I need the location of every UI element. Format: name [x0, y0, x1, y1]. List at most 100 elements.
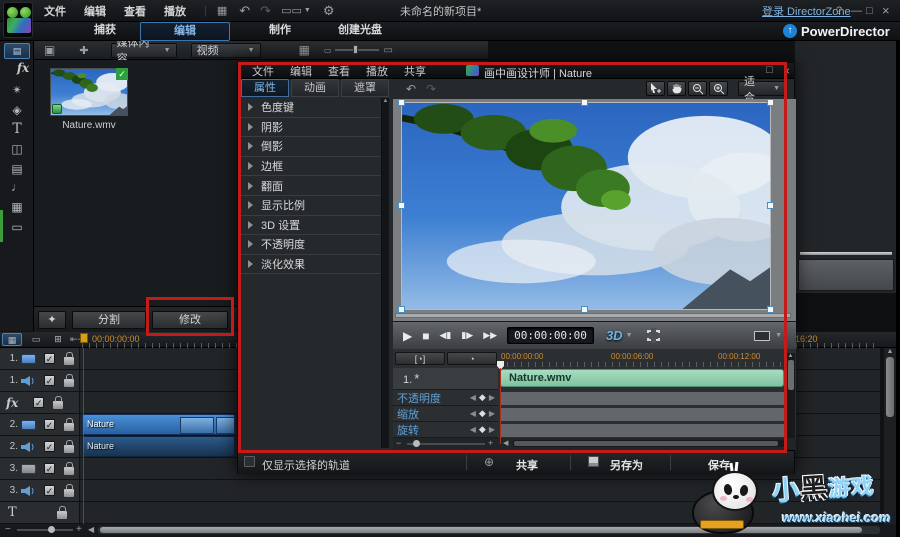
scroll-left-icon[interactable]: ◀	[88, 525, 94, 534]
pip-room-button[interactable]: ✴	[0, 83, 34, 97]
property-opacity[interactable]: 不透明度	[239, 235, 381, 255]
scroll-up-icon[interactable]: ▲	[786, 353, 795, 359]
zoom-slider-thumb[interactable]	[413, 440, 420, 447]
help-button[interactable]: ?	[836, 5, 842, 17]
track-view-icon[interactable]: ▭	[26, 333, 46, 346]
track-enable-checkbox[interactable]: ✓	[44, 463, 55, 474]
resize-handle-ne[interactable]	[767, 99, 774, 106]
track-enable-checkbox[interactable]: ✓	[44, 485, 55, 496]
scroll-thumb[interactable]	[514, 441, 778, 446]
lock-icon[interactable]	[64, 461, 74, 475]
dialog-menu-view[interactable]: 查看	[328, 63, 350, 79]
property-aspect[interactable]: 显示比例	[239, 196, 381, 216]
media-thumbnail[interactable]: ✓	[50, 68, 134, 116]
resize-handle-n[interactable]	[581, 99, 588, 106]
track-enable-checkbox[interactable]: ✓	[44, 419, 55, 430]
grid-view-icon[interactable]: ▦	[299, 43, 310, 57]
dialog-tab-motion[interactable]: 动画	[291, 79, 339, 97]
property-flip[interactable]: 翻面	[239, 176, 381, 196]
property-3d-settings[interactable]: 3D 设置	[239, 216, 381, 236]
title-room-button[interactable]: T	[0, 121, 34, 137]
transition-room-button[interactable]: ◫	[0, 142, 34, 156]
dialog-tab-mask[interactable]: 遮罩	[341, 79, 389, 97]
mode-3d-button[interactable]: 3D	[606, 328, 623, 343]
kf-prev-icon[interactable]: ◀	[470, 409, 476, 418]
particle-room-button[interactable]: ◈	[0, 103, 34, 117]
thumbnail-size-slider[interactable]	[335, 45, 380, 54]
keyframe-clock-button[interactable]: ◔	[447, 352, 497, 365]
property-chroma-key[interactable]: 色度键	[239, 98, 381, 118]
track-enable-checkbox[interactable]: ✓	[44, 441, 55, 452]
undo-icon[interactable]: ↶	[239, 3, 250, 19]
kf-next-icon[interactable]: ▶	[489, 425, 495, 434]
fast-forward-button[interactable]: ▶▶	[483, 330, 497, 341]
mode-3d-arrow[interactable]: ▼	[626, 332, 633, 339]
stop-button[interactable]: ■	[422, 329, 429, 343]
resize-handle-w[interactable]	[398, 202, 405, 209]
media-filter-dropdown[interactable]: 视频 ▼	[190, 42, 261, 58]
dialog-menu-file[interactable]: 文件	[252, 63, 274, 79]
aspect-icon[interactable]: ▭▭	[281, 4, 302, 17]
split-button[interactable]: 分割	[72, 311, 146, 329]
kf-add-icon[interactable]: ◆	[479, 392, 486, 403]
modify-button[interactable]: 修改	[152, 311, 228, 329]
tab-produce[interactable]: 制作	[245, 22, 315, 39]
resize-handle-sw[interactable]	[398, 306, 405, 313]
lock-icon[interactable]	[56, 505, 67, 519]
preview-hscrollbar[interactable]	[395, 313, 791, 318]
only-selected-checkbox[interactable]	[244, 456, 255, 467]
redo-icon[interactable]: ↷	[260, 3, 271, 19]
dialog-tab-properties[interactable]: 属性	[241, 79, 289, 97]
kf-next-icon[interactable]: ▶	[489, 393, 495, 402]
dialog-menu-edit[interactable]: 编辑	[290, 63, 312, 79]
zoom-slider-track[interactable]	[17, 529, 73, 531]
zoom-out-icon[interactable]: −	[5, 524, 11, 535]
player-seek-slider[interactable]	[800, 252, 892, 255]
slider-thumb[interactable]	[353, 45, 359, 54]
keyframe-time-button[interactable]: [◔]	[395, 352, 445, 365]
add-track-icon[interactable]: ⊞	[48, 333, 68, 346]
resize-handle-se[interactable]	[767, 306, 774, 313]
lock-icon[interactable]	[64, 373, 74, 387]
resize-handle-s[interactable]	[581, 306, 588, 313]
kf-lane-rotate[interactable]	[500, 424, 784, 437]
tab-capture[interactable]: 捕获	[70, 22, 140, 39]
restore-button[interactable]: □	[866, 5, 873, 17]
track-manager-icon[interactable]: ▦	[2, 333, 22, 346]
display-select-icon[interactable]	[754, 330, 770, 341]
video-clip[interactable]: Nature	[82, 414, 235, 435]
dialog-titlebar[interactable]: 文件 编辑 查看 播放 共享 画中画设计师 | Nature □ ×	[238, 63, 794, 80]
plugin-icon[interactable]: ✚	[79, 44, 88, 57]
zoom-in-tool-button[interactable]	[709, 81, 728, 96]
playhead-line[interactable]	[83, 348, 84, 524]
lock-icon[interactable]	[64, 417, 74, 431]
zoom-in-icon[interactable]: +	[488, 438, 493, 448]
scroll-thumb[interactable]	[787, 360, 794, 390]
track-enable-checkbox[interactable]: ✓	[44, 353, 55, 364]
save-as-button[interactable]: 另存为	[610, 457, 643, 473]
tab-edit[interactable]: 编辑	[140, 22, 230, 41]
pip-preview-area[interactable]	[393, 99, 803, 321]
select-tool-button[interactable]	[646, 81, 665, 96]
dialog-clip[interactable]: Nature.wmv	[500, 369, 784, 387]
kf-next-icon[interactable]: ▶	[489, 409, 495, 418]
next-frame-button[interactable]: ▮▶	[461, 330, 473, 341]
lock-icon[interactable]	[64, 439, 74, 453]
audio-mix-room-button[interactable]: ▤	[0, 162, 34, 176]
zoom-out-icon[interactable]: −	[396, 438, 401, 448]
zoom-in-icon[interactable]: +	[76, 524, 82, 535]
pan-tool-button[interactable]	[667, 81, 686, 96]
fullscreen-icon[interactable]	[644, 328, 662, 343]
layout-icon[interactable]: ▦	[217, 4, 227, 17]
menu-play[interactable]: 播放	[164, 3, 186, 19]
dialog-menu-share[interactable]: 共享	[404, 63, 426, 79]
property-list-scrollbar[interactable]: ▲	[382, 98, 389, 448]
lock-icon[interactable]	[64, 483, 74, 497]
magic-wand-button[interactable]: ✦	[38, 311, 66, 329]
kf-add-icon[interactable]: ◆	[479, 408, 486, 419]
property-fade[interactable]: 淡化效果	[239, 255, 381, 275]
dialog-vscrollbar[interactable]: ▲ ▼	[786, 353, 795, 445]
lock-icon[interactable]	[53, 395, 64, 409]
track-enable-checkbox[interactable]: ✓	[33, 397, 45, 408]
dialog-ruler-ticks[interactable]	[500, 362, 784, 367]
